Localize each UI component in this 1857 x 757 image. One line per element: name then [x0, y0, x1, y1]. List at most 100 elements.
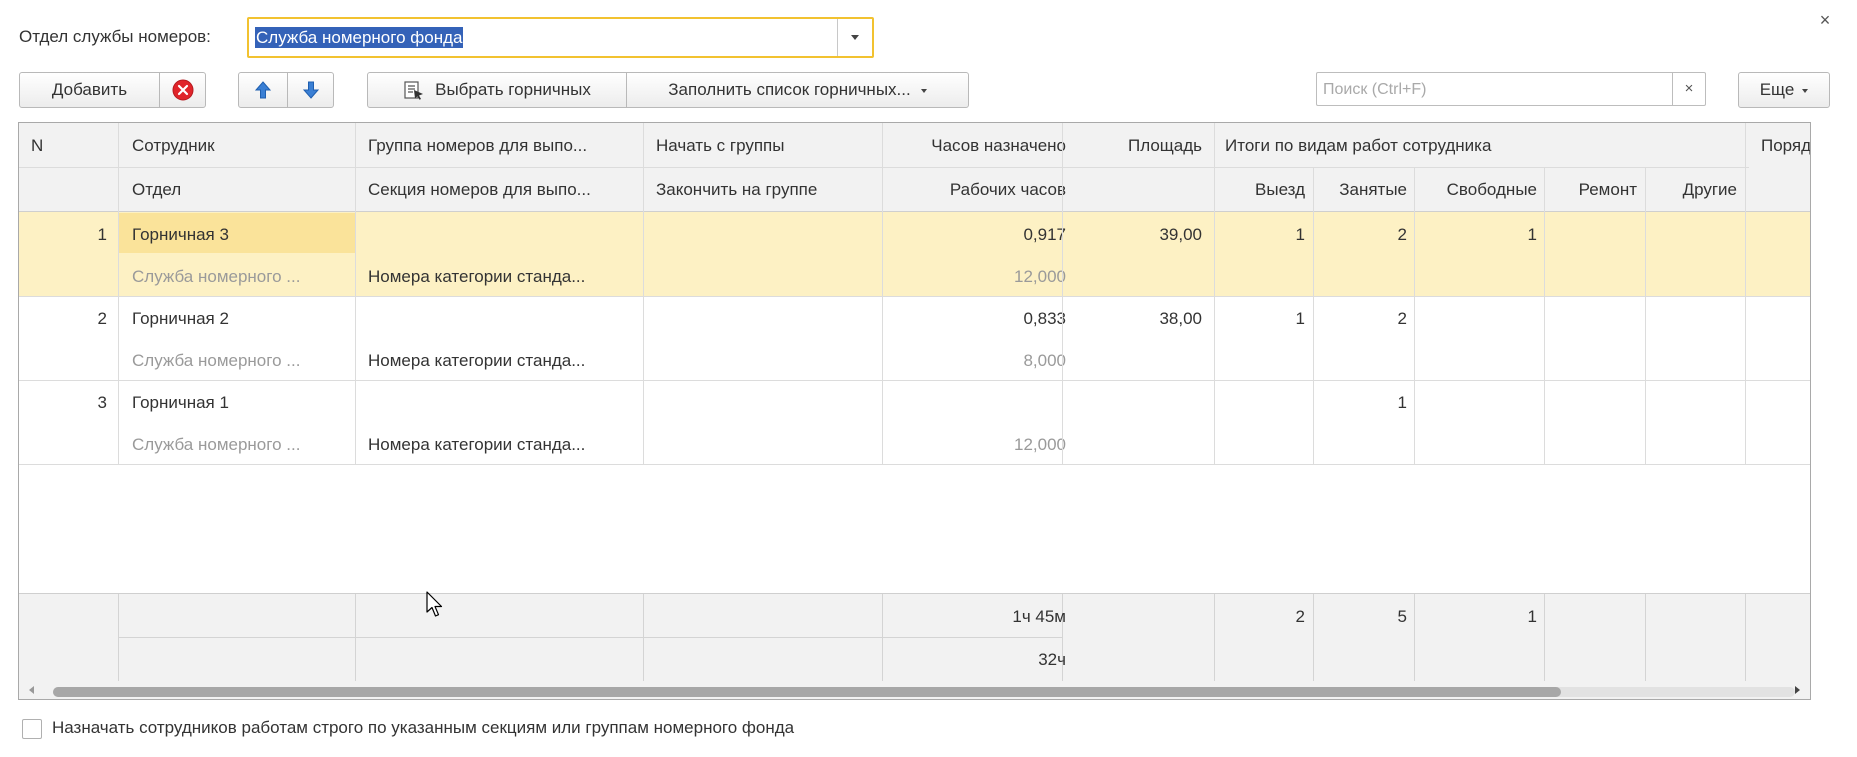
- footer-col-divider: [643, 594, 644, 682]
- total-hours-assigned: 1ч 45м: [1012, 607, 1066, 626]
- col-employee-header[interactable]: Сотрудник: [132, 135, 362, 156]
- department-label: Отдел службы номеров:: [19, 27, 211, 46]
- col-room-group-header[interactable]: Группа номеров для выпо...: [368, 135, 646, 156]
- header-divider: [1214, 167, 1749, 168]
- employee-cell[interactable]: Горничная 2: [132, 308, 352, 329]
- move-down-button[interactable]: [287, 73, 334, 107]
- scrollbar-thumb[interactable]: [53, 687, 1561, 697]
- row-number: 1: [97, 225, 107, 244]
- footer-col-divider: [1313, 594, 1314, 682]
- department-field[interactable]: Служба номерного фонда: [247, 17, 874, 58]
- col-divider: [643, 123, 644, 465]
- select-list-icon: [404, 81, 424, 100]
- total-occupied: 5: [1397, 607, 1407, 626]
- room-section-cell[interactable]: Номера категории станда...: [368, 434, 646, 455]
- department-cell[interactable]: Служба номерного ...: [132, 266, 352, 287]
- col-repair-header[interactable]: Ремонт: [1549, 179, 1637, 200]
- delete-button[interactable]: [159, 73, 206, 107]
- col-divider: [1745, 123, 1746, 465]
- col-divider: [1214, 123, 1215, 465]
- horizontal-scrollbar[interactable]: [19, 681, 1810, 699]
- col-n-header[interactable]: N: [31, 135, 111, 156]
- col-other-header[interactable]: Другие: [1649, 179, 1737, 200]
- footer-col-divider: [882, 594, 883, 682]
- scroll-left-icon[interactable]: [29, 686, 34, 694]
- occupied-cell: 1: [1397, 393, 1407, 412]
- checkout-cell: 1: [1295, 225, 1305, 244]
- chevron-down-icon: [851, 35, 859, 40]
- chevron-down-icon: [1802, 89, 1809, 93]
- col-divider: [1414, 167, 1415, 465]
- add-delete-group: Добавить: [19, 72, 206, 108]
- col-room-section-header[interactable]: Секция номеров для выпо...: [368, 179, 646, 200]
- col-occupied-header[interactable]: Занятые: [1317, 179, 1407, 200]
- select-maids-button[interactable]: Выбрать горничных: [368, 73, 627, 107]
- col-hours-assigned-header[interactable]: Часов назначено: [896, 135, 1066, 156]
- employee-cell[interactable]: Горничная 1: [132, 392, 352, 413]
- room-section-cell[interactable]: Номера категории станда...: [368, 350, 646, 371]
- scroll-right-icon[interactable]: [1795, 686, 1800, 694]
- more-label: Еще: [1759, 80, 1795, 99]
- col-end-group-header[interactable]: Закончить на группе: [656, 179, 886, 200]
- col-free-header[interactable]: Свободные: [1419, 179, 1537, 200]
- employee-cell[interactable]: Горничная 3: [132, 224, 352, 245]
- arrow-down-icon: [302, 81, 319, 99]
- col-work-hours-header[interactable]: Рабочих часов: [896, 179, 1066, 200]
- checkout-cell: 1: [1295, 309, 1305, 328]
- total-checkout: 2: [1295, 607, 1305, 626]
- close-icon[interactable]: ×: [1815, 10, 1835, 30]
- col-start-group-header[interactable]: Начать с группы: [656, 135, 886, 156]
- col-divider: [882, 123, 883, 465]
- move-up-button[interactable]: [239, 73, 288, 107]
- footer-col-divider: [1544, 594, 1545, 682]
- col-department-header[interactable]: Отдел: [132, 179, 362, 200]
- area-cell: 38,00: [1159, 309, 1202, 328]
- fill-maids-button[interactable]: Заполнить список горничных...: [626, 73, 969, 107]
- strict-assign-checkbox[interactable]: [22, 719, 42, 739]
- col-divider: [355, 123, 356, 465]
- hours-assigned-cell: 0,917: [1023, 225, 1066, 244]
- occupied-cell: 2: [1397, 225, 1407, 244]
- move-group: [238, 72, 334, 108]
- mouse-cursor-icon: [426, 591, 443, 617]
- footer-col-divider: [1414, 594, 1415, 682]
- row-divider: [19, 296, 1810, 297]
- strict-assign-label[interactable]: Назначать сотрудников работам строго по …: [52, 718, 794, 738]
- add-button-label: Добавить: [51, 80, 128, 99]
- col-totals-header[interactable]: Итоги по видам работ сотрудника: [1225, 135, 1725, 156]
- more-button[interactable]: Еще: [1738, 72, 1830, 108]
- header-divider: [19, 167, 1214, 168]
- col-divider: [1062, 123, 1063, 465]
- col-divider: [118, 123, 119, 465]
- department-cell[interactable]: Служба номерного ...: [132, 434, 352, 455]
- work-hours-cell: 12,000: [1014, 435, 1066, 454]
- col-checkout-header[interactable]: Выезд: [1216, 179, 1305, 200]
- maids-table[interactable]: N Сотрудник Отдел Группа номеров для вып…: [18, 122, 1811, 700]
- col-area-header[interactable]: Площадь: [1082, 135, 1202, 156]
- department-value[interactable]: Служба номерного фонда: [255, 27, 464, 48]
- clear-search-icon[interactable]: ×: [1672, 73, 1705, 105]
- row-number: 2: [97, 309, 107, 328]
- department-cell[interactable]: Служба номерного ...: [132, 350, 352, 371]
- footer-divider: [118, 637, 882, 638]
- room-section-cell[interactable]: Номера категории станда...: [368, 266, 646, 287]
- occupied-cell: 2: [1397, 309, 1407, 328]
- total-work-hours: 32ч: [1038, 650, 1066, 669]
- table-footer: 1ч 45м 32ч 2 5 1: [19, 593, 1810, 682]
- arrow-up-icon: [254, 81, 272, 99]
- row-number: 3: [97, 393, 107, 412]
- work-hours-cell: 8,000: [1023, 351, 1066, 370]
- search-input[interactable]: [1321, 77, 1665, 103]
- add-button[interactable]: Добавить: [20, 73, 160, 107]
- col-order-header[interactable]: Поряд: [1761, 135, 1810, 156]
- chevron-down-icon: [920, 89, 927, 93]
- total-free: 1: [1527, 607, 1537, 626]
- area-cell: 39,00: [1159, 225, 1202, 244]
- department-dropdown-button[interactable]: [837, 19, 872, 56]
- delete-circle-icon: [172, 79, 193, 101]
- col-divider: [1645, 167, 1646, 465]
- free-cell: 1: [1527, 225, 1537, 244]
- col-divider: [1544, 167, 1545, 465]
- fill-maids-label: Заполнить список горничных...: [668, 80, 911, 99]
- search-field[interactable]: ×: [1316, 72, 1706, 106]
